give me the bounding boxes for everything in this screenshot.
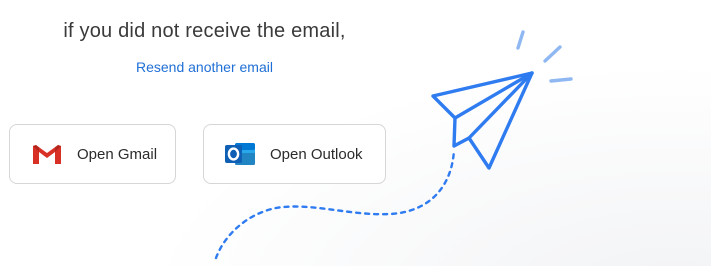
open-outlook-label: Open Outlook	[270, 145, 363, 163]
gmail-icon	[30, 140, 64, 168]
instruction-text: if you did not receive the email,	[63, 20, 346, 42]
resend-email-link[interactable]: Resend another email	[0, 59, 409, 75]
paper-plane-icon	[431, 71, 534, 170]
open-gmail-label: Open Gmail	[77, 145, 158, 163]
outlook-icon	[223, 140, 257, 168]
motion-sparks-icon	[516, 30, 573, 83]
open-gmail-button[interactable]: Open Gmail	[9, 124, 176, 184]
open-outlook-button[interactable]: Open Outlook	[203, 124, 386, 184]
